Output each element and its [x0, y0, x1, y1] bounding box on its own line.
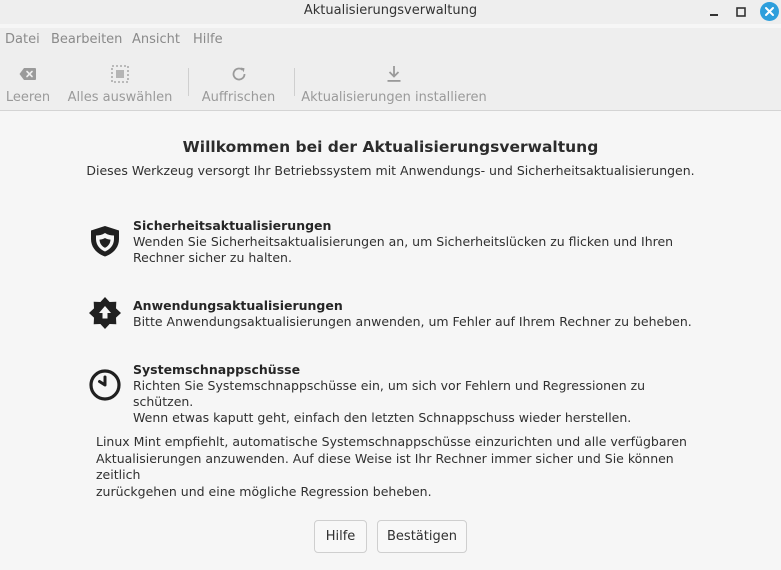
menu-datei[interactable]: Datei — [5, 32, 40, 47]
welcome-subtitle: Dieses Werkzeug versorgt Ihr Betriebssys… — [86, 163, 695, 178]
menu-hilfe[interactable]: Hilfe — [193, 32, 223, 47]
toolbar-separator — [188, 68, 189, 96]
maximize-icon — [736, 7, 746, 17]
feature-description-line: Rechner sicher zu halten. — [133, 250, 292, 265]
refresh-icon — [232, 67, 245, 81]
feature-system-snapshots: Systemschnappschüsse Richten Sie Systems… — [88, 362, 688, 425]
feature-title: Systemschnappschüsse — [133, 362, 301, 377]
menu-ansicht[interactable]: Ansicht — [132, 32, 180, 47]
install-updates-label: Aktualisierungen installieren — [301, 90, 487, 105]
feature-application-updates: Anwendungsaktualisierungen Bitte Anwendu… — [88, 297, 692, 332]
minimize-icon — [710, 14, 718, 16]
select-all-label: Alles auswählen — [67, 90, 173, 105]
refresh-label: Auffrischen — [201, 90, 276, 105]
recommendation-text: Linux Mint empfiehlt, automatische Syste… — [96, 434, 706, 500]
feature-description: Bitte Anwendungsaktualisierungen anwende… — [133, 314, 693, 330]
feature-description-line: Wenn etwas kaputt geht, einfach den letz… — [133, 410, 632, 425]
close-button[interactable] — [760, 2, 779, 21]
title-bar: Aktualisierungsverwaltung — [0, 0, 781, 24]
clock-icon — [89, 369, 121, 401]
welcome-title: Willkommen bei der Aktualisierungsverwal… — [182, 138, 599, 156]
feature-description-line: Wenden Sie Sicherheitsaktualisierungen a… — [133, 234, 674, 249]
refresh-button[interactable]: Auffrischen — [201, 52, 276, 110]
shield-icon — [91, 226, 119, 257]
toolbar-separator — [294, 68, 295, 96]
menu-bar: Datei Bearbeiten Ansicht Hilfe — [0, 28, 781, 52]
clear-label: Leeren — [5, 90, 51, 105]
feature-description-line: Richten Sie Systemschnappschüsse ein, um… — [133, 378, 646, 409]
feature-security-updates: Sicherheitsaktualisierungen Wenden Sie S… — [88, 218, 688, 265]
select-all-icon — [111, 65, 129, 83]
toolbar: Leeren Alles auswählen Auffrischen Aktua… — [0, 52, 781, 111]
feature-description: Richten Sie Systemschnappschüsse ein, um… — [133, 378, 693, 426]
recommendation-line: Aktualisierungen anzuwenden. Auf diese W… — [96, 450, 674, 483]
clear-button[interactable]: Leeren — [5, 52, 51, 110]
recommendation-line: Linux Mint empfiehlt, automatische Syste… — [96, 434, 687, 449]
feature-title: Sicherheitsaktualisierungen — [133, 218, 332, 233]
menu-bearbeiten[interactable]: Bearbeiten — [51, 32, 122, 47]
help-button[interactable]: Hilfe — [314, 520, 367, 553]
clear-icon — [19, 68, 36, 80]
feature-description: Wenden Sie Sicherheitsaktualisierungen a… — [133, 234, 693, 266]
feature-description-line: Bitte Anwendungsaktualisierungen anwende… — [133, 314, 692, 329]
install-updates-button[interactable]: Aktualisierungen installieren — [301, 52, 487, 110]
star-upload-icon — [89, 297, 121, 329]
download-icon — [387, 66, 401, 82]
minimize-button[interactable] — [705, 3, 723, 21]
window-title: Aktualisierungsverwaltung — [303, 3, 478, 18]
feature-title: Anwendungsaktualisierungen — [133, 298, 343, 313]
maximize-button[interactable] — [732, 3, 750, 21]
close-icon — [765, 7, 774, 16]
confirm-button[interactable]: Bestätigen — [377, 520, 467, 553]
select-all-button[interactable]: Alles auswählen — [68, 52, 172, 110]
welcome-page: Willkommen bei der Aktualisierungsverwal… — [0, 112, 781, 570]
recommendation-line: zurückgehen und eine mögliche Regression… — [96, 483, 432, 499]
